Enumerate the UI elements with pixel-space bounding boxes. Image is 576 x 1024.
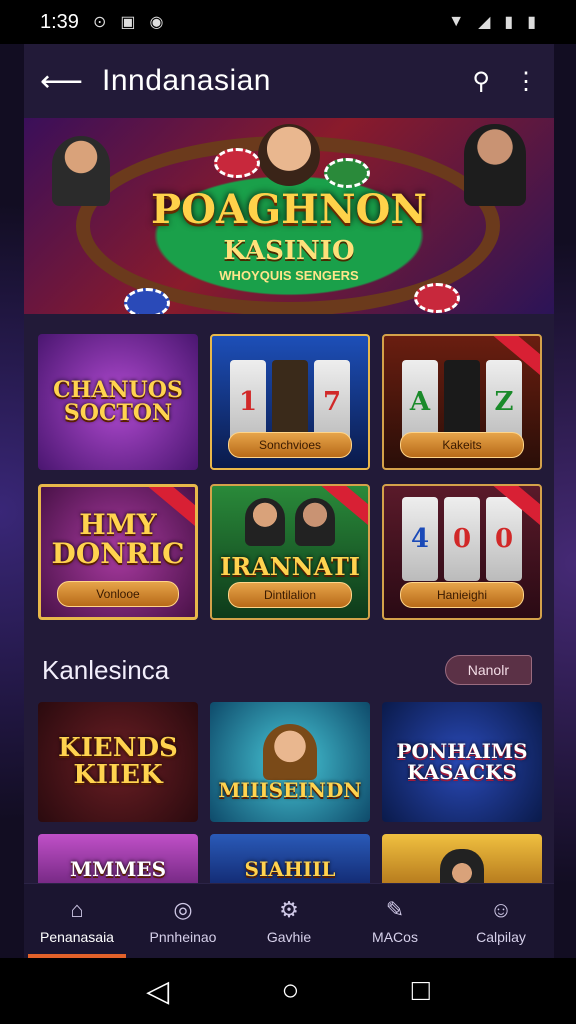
- chip-stack: [414, 283, 460, 313]
- game-title: MIIISEINDN: [218, 777, 362, 802]
- reel-symbol: 0: [444, 497, 480, 581]
- signal-icon: ◢: [478, 14, 491, 31]
- home-circle-icon[interactable]: ○: [281, 974, 299, 1008]
- character-figure: [295, 498, 335, 547]
- status-bar: 1:39 ⊙ ▣ ◉ ▼ ◢ ▮ ▮: [0, 0, 576, 44]
- game-title: SIAHIIL: [244, 856, 336, 881]
- nav-item-target[interactable]: ◎ Pnnheinao: [130, 884, 236, 958]
- game-tile[interactable]: PONHAIMS KASACKS: [382, 702, 542, 822]
- game-tile[interactable]: IRANNATI Dintilalion: [210, 484, 370, 620]
- game-play-button[interactable]: Hanieighi: [400, 582, 524, 608]
- game-title: KIENDS KIIEK: [58, 732, 178, 790]
- game-tile[interactable]: MIIISEINDN: [210, 702, 370, 822]
- app-screen: ⟵ Inndanasian ⚲ ⋮ POAGHNON KASINIO WHOYQ…: [24, 44, 554, 958]
- character-group: [245, 498, 335, 547]
- hero-subtitle: KASINIO: [223, 236, 355, 266]
- section-title: Kanlesinca: [42, 654, 170, 685]
- hero-title: POAGHNON: [151, 186, 427, 233]
- game-tile[interactable]: A Z Kakeits: [382, 334, 542, 470]
- game-grid-row-2: HMY DONRIC Vonlooe IRANNATI Dintilalion …: [38, 484, 542, 620]
- chip-stack: [324, 158, 370, 188]
- nav-label: Gavhie: [266, 929, 312, 945]
- message-icon: ▣: [120, 14, 136, 31]
- game-tile[interactable]: KIENDS KIIEK: [38, 702, 198, 822]
- nav-label: MACos: [372, 929, 418, 945]
- game-grid-row-1: CHANUOS SOCTON 1 7 Sonchvioes A Z Kakeit…: [38, 334, 542, 470]
- back-arrow-icon[interactable]: ⟵: [40, 64, 83, 99]
- game-tile[interactable]: HMY DONRIC Vonlooe: [38, 484, 198, 620]
- game-title: CHANUOS SOCTON: [53, 376, 183, 426]
- nav-item-edit[interactable]: ✎ MACos: [342, 884, 448, 958]
- game-play-button[interactable]: Kakeits: [400, 432, 524, 458]
- reel-symbol: 4: [402, 497, 438, 581]
- sync-icon: ⊙: [92, 14, 107, 31]
- battery-icon-2: ▮: [527, 14, 536, 31]
- battery-icon: ▮: [504, 14, 514, 31]
- section-header: Kanlesinca Nanolr: [42, 650, 532, 690]
- game-title: IRANNATI: [219, 552, 361, 582]
- recents-square-icon[interactable]: □: [412, 974, 430, 1008]
- pencil-icon: ✎: [385, 897, 405, 922]
- reel-symbol: 0: [486, 497, 522, 581]
- status-time: 1:39: [40, 10, 79, 33]
- nav-item-settings[interactable]: ⚙ Gavhie: [236, 884, 342, 958]
- target-icon: ◎: [173, 897, 193, 922]
- hero-tagline: WHOYQUIS SENGERS: [219, 268, 359, 283]
- game-title: PONHAIMS KASACKS: [396, 739, 528, 784]
- back-triangle-icon[interactable]: ◁: [146, 974, 169, 1009]
- game-grid-row-3: KIENDS KIIEK MIIISEINDN PONHAIMS KASACKS: [38, 702, 542, 822]
- game-play-button[interactable]: Vonlooe: [57, 581, 179, 607]
- search-icon[interactable]: ⚲: [472, 67, 490, 96]
- profile-icon: ☺: [489, 897, 513, 922]
- game-tile[interactable]: CHANUOS SOCTON: [38, 334, 198, 470]
- section-more-button[interactable]: Nanolr: [444, 655, 532, 685]
- character-figure: [263, 723, 317, 780]
- game-title: HMY DONRIC: [51, 507, 185, 570]
- slot-reels: 4 0 0: [402, 497, 522, 581]
- game-title: MMMES: [69, 856, 167, 881]
- nav-label: Pnnheinao: [149, 929, 217, 945]
- more-icon[interactable]: ⋮: [514, 67, 538, 96]
- page-title: Inndanasian: [102, 64, 271, 97]
- nav-label: Calpilay: [476, 929, 526, 945]
- bottom-navigation: ⌂ Penanasaia ◎ Pnnheinao ⚙ Gavhie ✎ MACo…: [24, 883, 554, 958]
- dealer-figure: [258, 124, 320, 186]
- home-icon: ⌂: [70, 897, 84, 922]
- character-figure: [245, 498, 285, 547]
- nav-item-home[interactable]: ⌂ Penanasaia: [24, 884, 130, 958]
- app-bar: ⟵ Inndanasian ⚲ ⋮: [24, 44, 554, 118]
- wifi-icon: ▼: [448, 13, 465, 30]
- hero-banner[interactable]: POAGHNON KASINIO WHOYQUIS SENGERS: [24, 118, 554, 314]
- game-play-button[interactable]: Dintilalion: [228, 582, 352, 608]
- location-icon: ◉: [149, 14, 164, 31]
- game-tile[interactable]: 1 7 Sonchvioes: [210, 334, 370, 470]
- game-tile[interactable]: 4 0 0 Hanieighi: [382, 484, 542, 620]
- chip-stack: [214, 148, 260, 178]
- gear-icon: ⚙: [279, 897, 299, 922]
- game-play-button[interactable]: Sonchvioes: [228, 432, 352, 458]
- chip-stack: [124, 288, 170, 314]
- system-navigation-bar: ◁ ○ □: [0, 958, 576, 1024]
- nav-label: Penanasaia: [40, 929, 114, 945]
- nav-item-profile[interactable]: ☺ Calpilay: [448, 884, 554, 958]
